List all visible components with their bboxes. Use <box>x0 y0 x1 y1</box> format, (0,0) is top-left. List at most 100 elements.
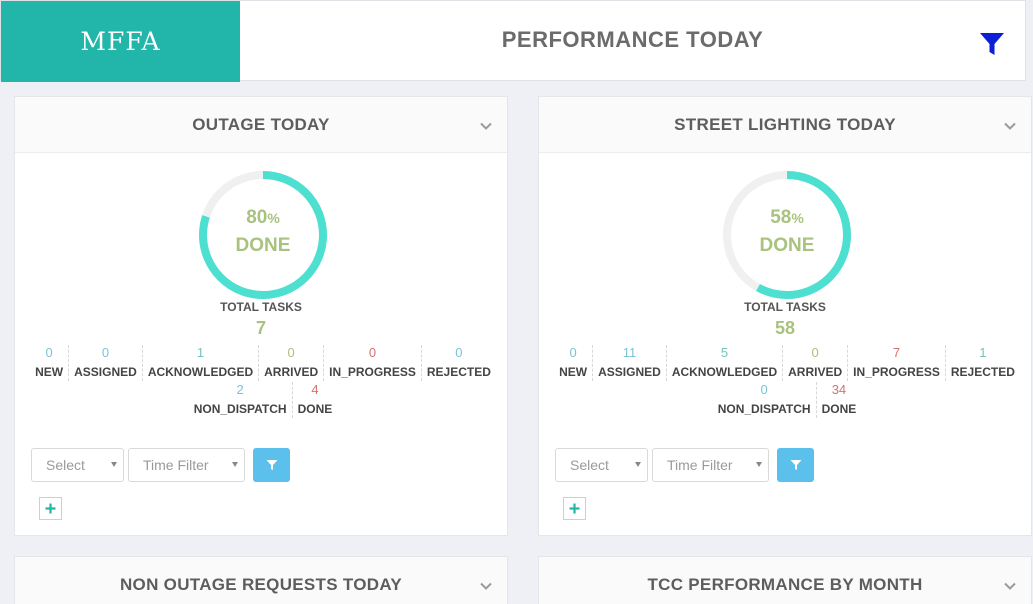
tcc-performance-card: TCC PERFORMANCE BY MONTH <box>538 556 1032 604</box>
stat-label: ASSIGNED <box>74 365 137 379</box>
stat-value: 0 <box>569 345 577 360</box>
page-title: PERFORMANCE TODAY <box>501 27 764 52</box>
stat-value: 7 <box>892 345 901 360</box>
brand-logo[interactable]: MFFA <box>1 1 240 82</box>
status-stats-row: 2 NON_DISPATCH 4 DONE <box>35 382 491 418</box>
stat-label: NON_DISPATCH <box>193 402 287 416</box>
stat-new: 0 NEW <box>30 345 70 381</box>
stat-arrived: 0 ARRIVED <box>783 345 849 381</box>
stat-value: 5 <box>720 345 729 360</box>
plus-icon <box>569 503 580 514</box>
percent-text: 58% <box>719 207 855 229</box>
stat-label: ARRIVED <box>788 365 843 379</box>
done-label: DONE <box>235 235 291 256</box>
stat-value: 4 <box>311 382 319 397</box>
stat-value: 0 <box>101 345 110 360</box>
stat-acknowledged: 5 ACKNOWLEDGED <box>667 345 784 381</box>
stat-value: 11 <box>622 345 637 360</box>
caret-down-icon <box>635 462 641 467</box>
chevron-down-icon[interactable] <box>1003 119 1017 133</box>
progress-donut: 80% DONE <box>195 167 331 303</box>
done-label: DONE <box>759 235 815 256</box>
stat-in-progress: 7 IN_PROGRESS <box>848 345 946 381</box>
stat-label: IN_PROGRESS <box>329 365 416 379</box>
card-title: NON OUTAGE REQUESTS TODAY <box>119 574 403 594</box>
stat-value: 0 <box>368 345 377 360</box>
stat-label: ARRIVED <box>264 365 319 379</box>
chevron-down-icon[interactable] <box>479 119 493 133</box>
stat-label: ACKNOWLEDGED <box>671 365 778 379</box>
caret-down-icon <box>232 462 238 467</box>
time-filter-label: Time Filter <box>667 457 733 473</box>
stat-label: NON_DISPATCH <box>717 402 811 416</box>
total-tasks-value: 58 <box>774 318 796 338</box>
stat-value: 34 <box>831 382 847 397</box>
stat-done: 4 DONE <box>293 382 338 418</box>
stat-label: IN_PROGRESS <box>853 365 940 379</box>
stat-rejected: 1 REJECTED <box>946 345 1020 381</box>
card-controls: Select Time Filter <box>31 448 290 482</box>
stat-done: 34 DONE <box>817 382 862 418</box>
filter-icon <box>790 460 801 470</box>
card-header: OUTAGE TODAY <box>15 97 507 153</box>
progress-donut: 58% DONE <box>719 167 855 303</box>
stat-non-dispatch: 0 NON_DISPATCH <box>713 382 817 418</box>
filter-icon <box>266 460 277 470</box>
plus-icon <box>45 503 56 514</box>
outage-today-card: OUTAGE TODAY 80% DONE TOTAL TASKS 7 0 NEW… <box>14 96 508 536</box>
stat-arrived: 0 ARRIVED <box>259 345 325 381</box>
stat-label: REJECTED <box>950 365 1015 379</box>
stat-value: 0 <box>455 345 463 360</box>
status-stats-row: 0 NON_DISPATCH 34 DONE <box>559 382 1015 418</box>
stat-label: ACKNOWLEDGED <box>147 365 254 379</box>
add-button[interactable] <box>563 497 586 520</box>
status-stats-row: 0 NEW 11 ASSIGNED 5 ACKNOWLEDGED 0 ARRIVED 7 IN_P… <box>559 345 1015 381</box>
stat-value: 1 <box>196 345 205 360</box>
card-title: OUTAGE TODAY <box>192 114 330 134</box>
stat-in-progress: 0 IN_PROGRESS <box>324 345 422 381</box>
stat-value: 0 <box>760 382 768 397</box>
percent-sign: % <box>267 210 280 226</box>
card-header: NON OUTAGE REQUESTS TODAY <box>15 557 507 604</box>
percent-text: 80% <box>195 207 331 229</box>
total-tasks-label: TOTAL TASKS <box>220 300 302 314</box>
stat-label: NEW <box>35 365 64 379</box>
stat-value: 0 <box>287 345 295 360</box>
stat-new: 0 NEW <box>554 345 594 381</box>
select-label: Select <box>46 457 85 473</box>
chevron-down-icon[interactable] <box>1003 579 1017 593</box>
select-dropdown[interactable]: Select <box>31 448 124 482</box>
caret-down-icon <box>111 462 117 467</box>
stat-value: 1 <box>979 345 987 360</box>
filter-icon[interactable] <box>979 31 1005 57</box>
card-title: TCC PERFORMANCE BY MONTH <box>647 574 923 594</box>
card-header: STREET LIGHTING TODAY <box>539 97 1031 153</box>
apply-filter-button[interactable] <box>253 448 290 482</box>
stat-label: DONE <box>297 402 333 416</box>
select-label: Select <box>570 457 609 473</box>
percent-sign: % <box>791 210 804 226</box>
select-dropdown[interactable]: Select <box>555 448 648 482</box>
card-title: STREET LIGHTING TODAY <box>674 114 896 134</box>
street-lighting-today-card: STREET LIGHTING TODAY 58% DONE TOTAL TAS… <box>538 96 1032 536</box>
total-tasks-value: 7 <box>255 318 266 338</box>
apply-filter-button[interactable] <box>777 448 814 482</box>
stat-value: 2 <box>236 382 244 397</box>
stat-label: NEW <box>559 365 588 379</box>
card-controls: Select Time Filter <box>555 448 814 482</box>
time-filter-dropdown[interactable]: Time Filter <box>652 448 769 482</box>
percent-value: 80 <box>246 207 268 228</box>
stat-label: ASSIGNED <box>598 365 661 379</box>
stat-label: DONE <box>821 402 857 416</box>
stat-assigned: 11 ASSIGNED <box>593 345 667 381</box>
time-filter-dropdown[interactable]: Time Filter <box>128 448 245 482</box>
top-bar: MFFA PERFORMANCE TODAY <box>0 0 1026 82</box>
chevron-down-icon[interactable] <box>479 579 493 593</box>
total-tasks-label: TOTAL TASKS <box>744 300 826 314</box>
status-stats-row: 0 NEW 0 ASSIGNED 1 ACKNOWLEDGED 0 ARRIVED 0 IN_PR… <box>35 345 491 381</box>
caret-down-icon <box>756 462 762 467</box>
percent-value: 58 <box>770 207 792 228</box>
stat-rejected: 0 REJECTED <box>422 345 496 381</box>
add-button[interactable] <box>39 497 62 520</box>
card-header: TCC PERFORMANCE BY MONTH <box>539 557 1031 604</box>
